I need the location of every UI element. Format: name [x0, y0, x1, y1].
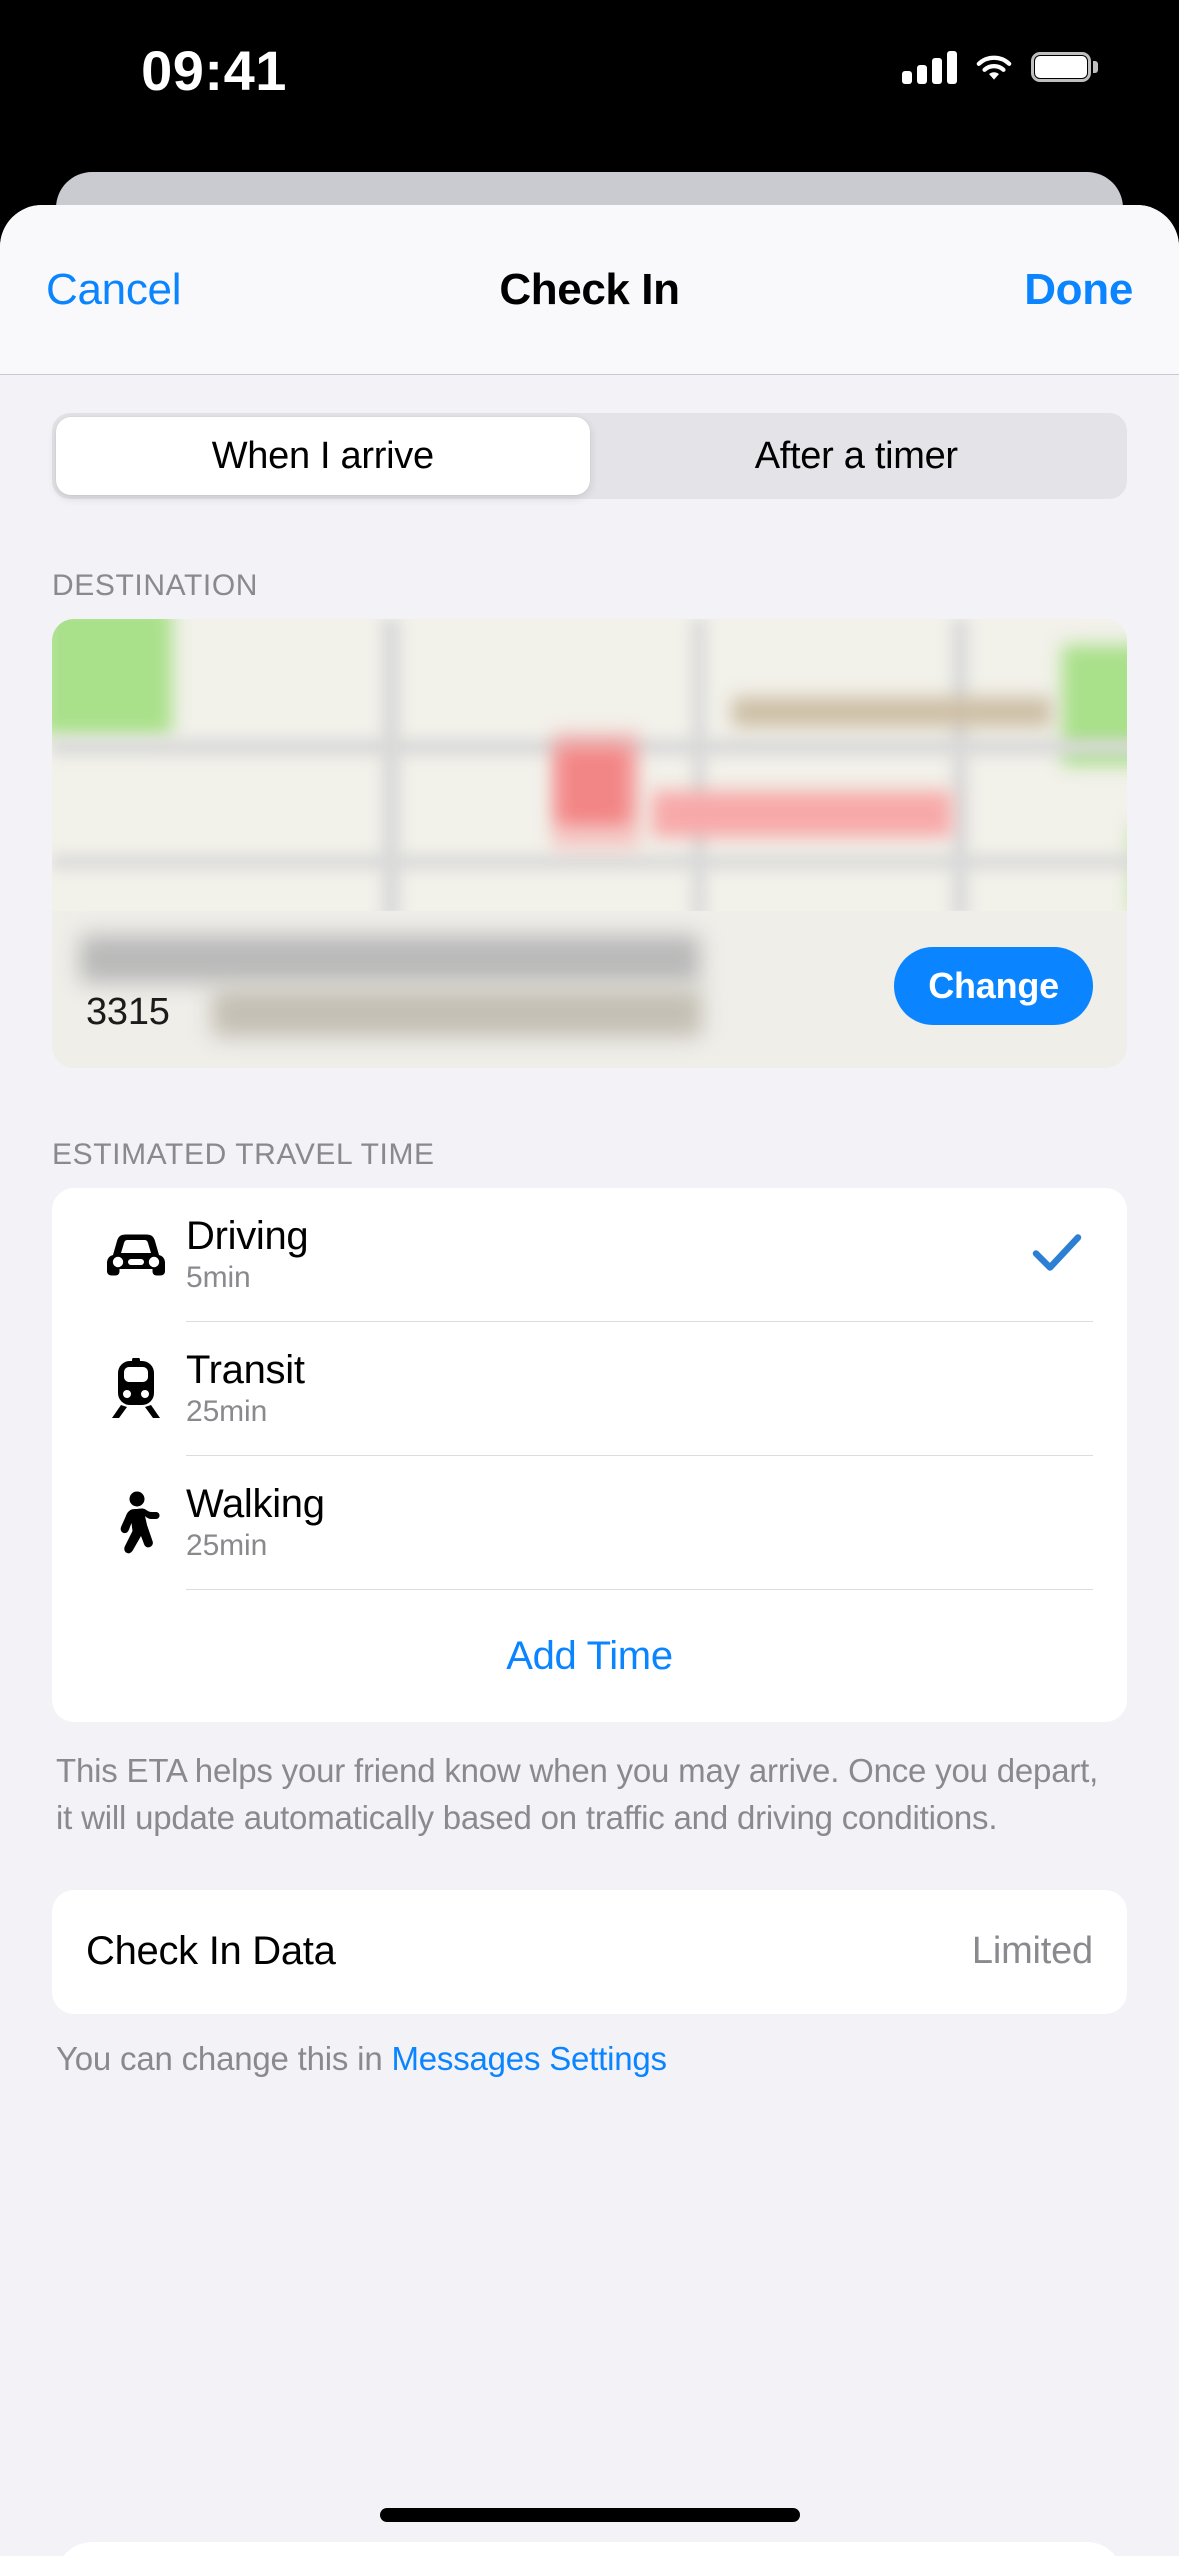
check-in-sheet: Cancel Check In Done When I arrive After… — [0, 205, 1179, 2556]
walking-icon — [86, 1491, 186, 1555]
travel-mode-info: Walking 25min — [186, 1456, 1093, 1590]
travel-mode-name: Driving — [186, 1213, 309, 1258]
home-indicator[interactable] — [379, 2508, 800, 2522]
travel-time-card: Driving 5min Transit 25min Walking 25min… — [52, 1188, 1127, 1722]
travel-mode-duration: 25min — [186, 1528, 268, 1562]
travel-mode-info: Transit 25min — [186, 1322, 1093, 1456]
travel-mode-info: Driving 5min — [186, 1188, 1093, 1322]
segment-when-i-arrive[interactable]: When I arrive — [56, 417, 590, 495]
destination-section-header: DESTINATION — [52, 569, 259, 602]
travel-mode-name: Transit — [186, 1347, 305, 1392]
mode-segmented-control[interactable]: When I arrive After a timer — [52, 413, 1127, 499]
sheet-content: When I arrive After a timer DESTINATION — [0, 375, 1179, 2078]
address-number: 3315 — [86, 991, 170, 1033]
wifi-icon — [976, 55, 1012, 80]
travel-mode-row-driving[interactable]: Driving 5min — [52, 1188, 1127, 1322]
peeking-sheet-below — [56, 2542, 1123, 2556]
mode-segmented-control-wrap: When I arrive After a timer — [0, 375, 1179, 499]
cellular-signal-icon — [902, 50, 957, 84]
check-in-data-row[interactable]: Check In Data Limited — [52, 1889, 1127, 2014]
address-line-1-redacted — [80, 935, 700, 983]
train-icon — [86, 1358, 186, 1420]
travel-mode-name: Walking — [186, 1481, 325, 1526]
destination-address-row: 3315 Change — [52, 911, 1127, 1068]
travel-mode-row-transit[interactable]: Transit 25min — [52, 1322, 1127, 1456]
check-in-data-value: Limited — [971, 1930, 1093, 1973]
checkmark-icon — [1031, 1232, 1083, 1279]
done-button[interactable]: Done — [1024, 265, 1133, 315]
travel-time-section-header: ESTIMATED TRAVEL TIME — [52, 1138, 435, 1171]
battery-full-icon — [1031, 52, 1098, 82]
travel-time-footnote: This ETA helps your friend know when you… — [56, 1752, 1099, 1836]
navigation-bar: Cancel Check In Done — [0, 205, 1179, 375]
status-bar-icons — [902, 50, 1098, 84]
check-in-data-footnote: You can change this in Messages Settings — [0, 2014, 1179, 2078]
destination-card[interactable]: 3315 Change — [52, 619, 1127, 1068]
check-in-data-footnote-text: You can change this in — [56, 2039, 392, 2077]
phone-screen: 09:41 Cancel Check In Done When I arrive… — [0, 0, 1179, 2556]
check-in-data-label: Check In Data — [86, 1929, 336, 1974]
travel-mode-duration: 25min — [186, 1394, 268, 1428]
add-time-button[interactable]: Add Time — [52, 1590, 1127, 1722]
status-bar-time: 09:41 — [141, 39, 287, 102]
status-bar: 09:41 — [0, 0, 1179, 172]
car-icon — [86, 1229, 186, 1281]
map-preview[interactable] — [52, 619, 1127, 911]
cancel-button[interactable]: Cancel — [46, 265, 181, 315]
change-destination-button[interactable]: Change — [894, 946, 1093, 1025]
travel-mode-row-walking[interactable]: Walking 25min — [52, 1456, 1127, 1590]
destination-address: 3315 — [80, 935, 894, 1037]
travel-mode-duration: 5min — [186, 1260, 251, 1294]
messages-settings-link[interactable]: Messages Settings — [391, 2040, 667, 2077]
segment-after-a-timer[interactable]: After a timer — [590, 417, 1124, 495]
